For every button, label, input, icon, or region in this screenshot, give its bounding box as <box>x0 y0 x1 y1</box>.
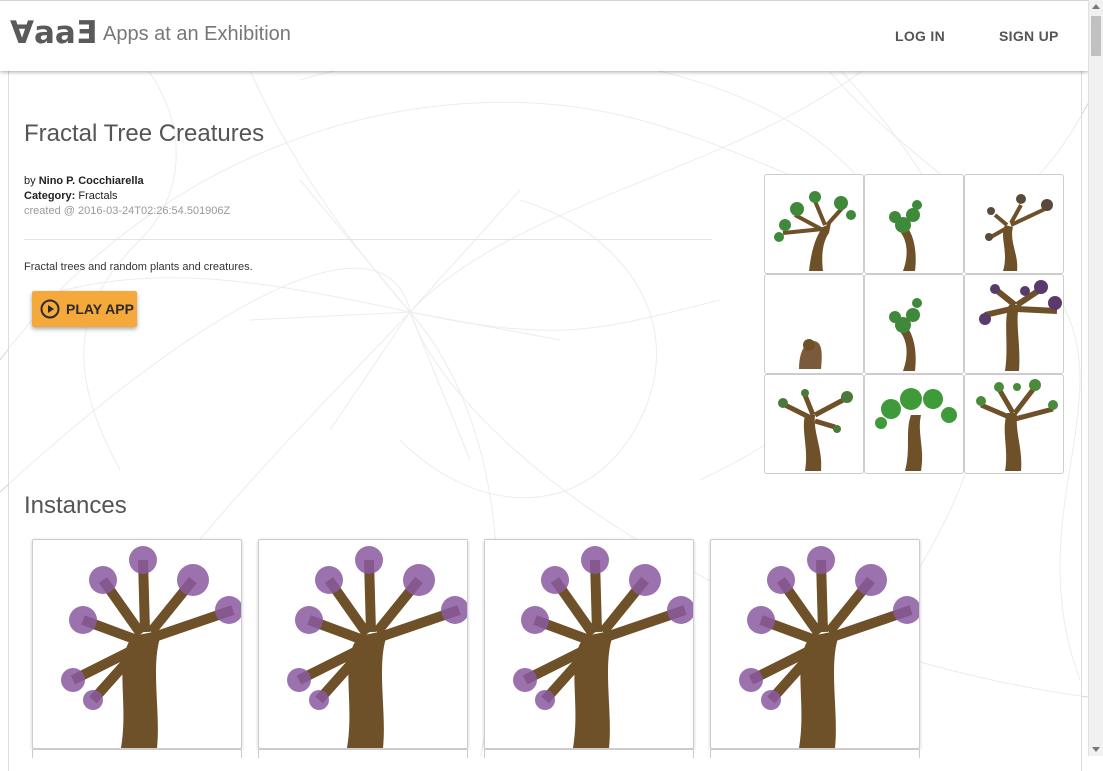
login-button[interactable]: LOG IN <box>895 28 945 44</box>
tree-thumbnail-image <box>979 280 1062 371</box>
scrollbar-thumb[interactable] <box>1091 16 1101 56</box>
category-line: Category: Fractals <box>24 190 118 202</box>
tree-thumbnail-image <box>875 388 957 471</box>
thumbnail[interactable] <box>764 174 864 274</box>
play-circle-icon <box>40 299 60 319</box>
play-app-label: PLAY APP <box>66 301 134 317</box>
instance-card-footer <box>32 749 242 758</box>
site-logo[interactable]: ∀aaƎ <box>10 15 97 51</box>
thumbnail[interactable] <box>964 274 1064 374</box>
instance-card-footer <box>258 749 468 758</box>
app-title: Fractal Tree Creatures <box>24 120 265 147</box>
instances-heading: Instances <box>24 492 127 519</box>
instance-card[interactable] <box>710 539 920 749</box>
thumbnail[interactable] <box>764 274 864 374</box>
author-name: Nino P. Cocchiarella <box>38 175 144 187</box>
signup-button[interactable]: SIGN UP <box>999 28 1059 44</box>
tree-instance-image <box>739 546 919 748</box>
instance-card[interactable] <box>258 539 468 749</box>
play-app-button[interactable]: PLAY APP <box>32 291 137 327</box>
scroll-up-arrow-icon[interactable] <box>1092 4 1100 9</box>
category-label: Category: <box>24 190 76 202</box>
instance-card-footer <box>710 749 920 758</box>
tree-instance-image <box>61 546 241 748</box>
tree-thumbnail-image <box>799 339 822 369</box>
tree-thumbnail-image <box>778 389 853 471</box>
tree-thumbnail-image <box>985 194 1053 271</box>
vertical-scrollbar[interactable] <box>1088 0 1103 756</box>
tree-thumbnail-image <box>889 200 922 271</box>
scroll-down-arrow-icon[interactable] <box>1092 747 1100 752</box>
divider <box>24 239 712 240</box>
thumbnail[interactable] <box>864 274 964 374</box>
thumbnail[interactable] <box>964 374 1064 474</box>
instance-card-footer <box>484 749 694 758</box>
app-description: Fractal trees and random plants and crea… <box>24 261 253 273</box>
instance-card[interactable] <box>484 539 694 749</box>
thumbnail[interactable] <box>864 374 964 474</box>
tree-thumbnail-image <box>976 379 1058 471</box>
category-value: Fractals <box>78 190 118 202</box>
author-line: by Nino P. Cocchiarella <box>24 175 144 187</box>
thumbnail[interactable] <box>764 374 864 474</box>
instance-card[interactable] <box>32 539 242 749</box>
site-title[interactable]: Apps at an Exhibition <box>103 23 291 46</box>
tree-thumbnail-image <box>889 298 922 371</box>
tree-instance-image <box>513 546 693 748</box>
main-content: Fractal Tree Creatures by Nino P. Cocchi… <box>0 0 1088 758</box>
tree-instance-image <box>287 546 467 748</box>
thumbnail[interactable] <box>864 174 964 274</box>
top-app-bar: ∀aaƎ Apps at an Exhibition LOG IN SIGN U… <box>0 0 1088 71</box>
thumbnail-grid <box>764 174 1064 474</box>
created-timestamp: created @ 2016-03-24T02:26:54.501906Z <box>24 205 231 217</box>
thumbnail[interactable] <box>964 174 1064 274</box>
tree-thumbnail-image <box>774 191 856 271</box>
author-prefix: by <box>24 175 36 187</box>
